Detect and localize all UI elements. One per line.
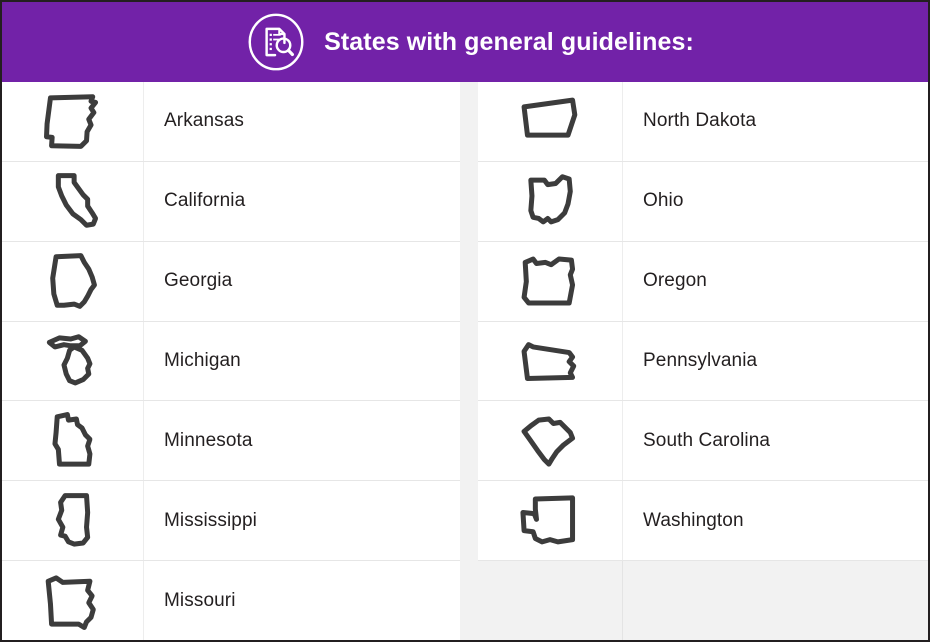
- state-label: Minnesota: [164, 429, 253, 451]
- table-row[interactable]: Pennsylvania: [478, 321, 928, 402]
- card-header: States with general guidelines:: [2, 2, 928, 82]
- state-outline-north-dakota: [514, 90, 586, 152]
- state-name-cell: Missouri: [144, 561, 460, 640]
- table-row[interactable]: Ohio: [478, 161, 928, 242]
- state-name-cell: California: [144, 162, 460, 241]
- table-row[interactable]: North Dakota: [478, 82, 928, 162]
- state-outline-mississippi: [37, 490, 109, 552]
- state-name-cell: Minnesota: [144, 401, 460, 480]
- state-name-cell: Mississippi: [144, 481, 460, 560]
- state-outline-georgia: [37, 250, 109, 312]
- state-label: Mississippi: [164, 509, 257, 531]
- table-row[interactable]: Arkansas: [2, 82, 460, 162]
- states-column-right: North Dakota Ohio Oregon Pennsylvania So…: [478, 82, 928, 640]
- state-outline-pennsylvania: [514, 330, 586, 392]
- document-search-icon: [248, 13, 304, 71]
- state-name-cell: Arkansas: [144, 82, 460, 161]
- state-name-cell: Oregon: [623, 242, 928, 321]
- state-name-cell: Washington: [623, 481, 928, 560]
- state-outline-minnesota: [37, 410, 109, 472]
- table-row[interactable]: South Carolina: [478, 401, 928, 482]
- state-shape-cell: [2, 161, 144, 241]
- table-row[interactable]: Mississippi: [2, 481, 460, 562]
- state-label: Missouri: [164, 589, 236, 611]
- state-name-cell: Pennsylvania: [623, 322, 928, 401]
- state-shape-cell-empty: [478, 561, 623, 640]
- state-shape-cell: [2, 241, 144, 321]
- state-name-cell: Michigan: [144, 322, 460, 401]
- state-shape-cell: [478, 401, 623, 481]
- state-label: Ohio: [643, 190, 684, 212]
- state-label: North Dakota: [643, 110, 757, 132]
- state-shape-cell: [478, 161, 623, 241]
- table-row[interactable]: Missouri: [2, 561, 460, 640]
- state-shape-cell: [2, 321, 144, 401]
- state-shape-cell: [478, 481, 623, 561]
- state-label: California: [164, 190, 246, 212]
- state-label: South Carolina: [643, 429, 771, 451]
- table-row[interactable]: Michigan: [2, 321, 460, 402]
- table-row[interactable]: Georgia: [2, 241, 460, 322]
- state-label: Pennsylvania: [643, 350, 758, 371]
- page-title: States with general guidelines:: [324, 27, 694, 56]
- state-shape-cell: [478, 82, 623, 161]
- state-shape-cell: [2, 561, 144, 640]
- state-name-cell: North Dakota: [623, 82, 928, 161]
- state-shape-cell: [478, 321, 623, 401]
- table-row[interactable]: Oregon: [478, 241, 928, 322]
- state-label: Oregon: [643, 270, 707, 292]
- state-name-cell: Ohio: [623, 162, 928, 241]
- table-row[interactable]: Minnesota: [2, 401, 460, 482]
- state-label: Michigan: [164, 350, 241, 371]
- state-outline-missouri: [37, 570, 109, 632]
- states-guidelines-card: States with general guidelines: Arkansas: [0, 0, 930, 642]
- states-table: Arkansas California Georgia Michigan Min…: [2, 82, 928, 640]
- column-gutter: [460, 82, 478, 640]
- state-name-cell-empty: [623, 561, 928, 640]
- state-outline-oregon: [514, 250, 586, 312]
- state-name-cell: South Carolina: [623, 401, 928, 480]
- table-row[interactable]: California: [2, 161, 460, 242]
- table-row[interactable]: Washington: [478, 481, 928, 562]
- states-column-left: Arkansas California Georgia Michigan Min…: [2, 82, 460, 640]
- state-outline-ohio: [514, 170, 586, 232]
- state-shape-cell: [478, 241, 623, 321]
- state-outline-arkansas: [37, 90, 109, 152]
- state-label: Washington: [643, 509, 744, 531]
- state-shape-cell: [2, 401, 144, 481]
- state-outline-south-carolina: [514, 410, 586, 472]
- state-label: Georgia: [164, 270, 233, 292]
- state-outline-california: [37, 170, 109, 232]
- state-shape-cell: [2, 481, 144, 561]
- state-outline-washington: [514, 490, 586, 552]
- table-row-empty: [478, 561, 928, 640]
- state-name-cell: Georgia: [144, 242, 460, 321]
- state-outline-michigan: [37, 330, 109, 392]
- state-shape-cell: [2, 82, 144, 161]
- state-label: Arkansas: [164, 110, 245, 132]
